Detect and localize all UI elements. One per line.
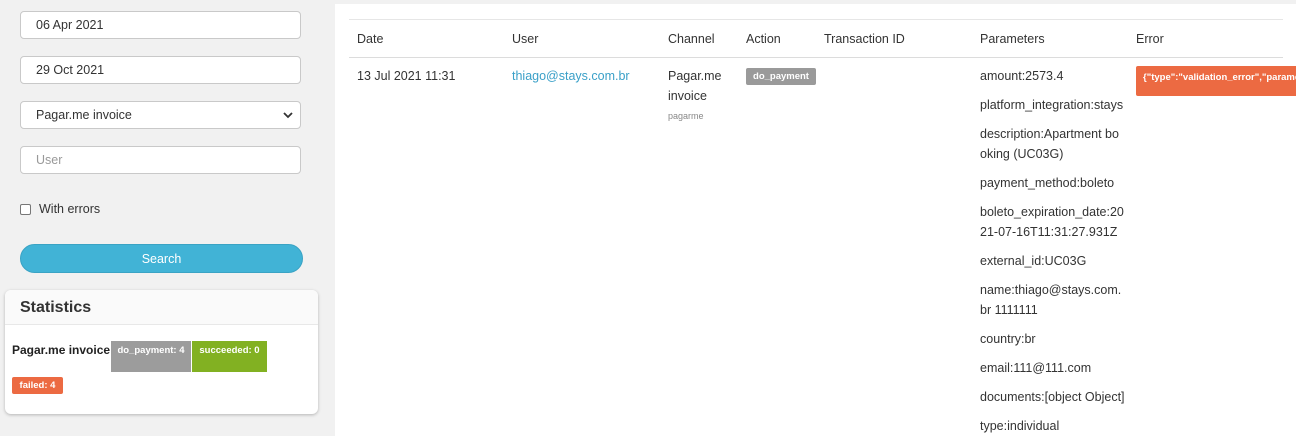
parameter-item: boleto_expiration_date:2021-07-16T11:31:… [980, 205, 1124, 239]
channel-select[interactable]: Pagar.me invoice [20, 101, 301, 129]
statistics-channel-label: Pagar.me invoice: [12, 343, 115, 357]
row-action-badge: do_payment [746, 68, 816, 85]
with-errors-checkbox[interactable] [20, 203, 31, 215]
parameter-item: email:111@111.com [980, 361, 1092, 375]
with-errors-row[interactable]: With errors [20, 202, 100, 216]
parameter-item: external_id:UC03G [980, 254, 1087, 268]
row-channel-name-line2: invoice [668, 89, 707, 103]
chevron-down-icon [283, 112, 293, 119]
row-error-badge: {"type":"validation_error","parameters" [1136, 66, 1296, 96]
transactions-table: Date User Channel Action Transaction ID … [335, 4, 1296, 436]
parameter-item: platform_integration:stays [980, 98, 1124, 112]
channel-select-value: Pagar.me invoice [36, 108, 132, 122]
start-date-input[interactable]: 06 Apr 2021 [20, 11, 301, 39]
filter-sidebar: 06 Apr 2021 29 Oct 2021 Pagar.me invoice… [0, 0, 326, 436]
do-payment-count-badge: do_payment: 4 [111, 341, 191, 372]
row-channel-name-line1: Pagar.me [668, 69, 722, 83]
user-input[interactable]: User [20, 146, 301, 174]
row-parameters: amount:2573.4 platform_integration:stays… [980, 66, 1125, 436]
row-date: 13 Jul 2021 11:31 [357, 69, 456, 83]
with-errors-label: With errors [39, 202, 101, 216]
failed-count-badge: failed: 4 [12, 377, 63, 394]
row-channel: Pagar.me invoice pagarme [668, 66, 722, 126]
column-header-parameters: Parameters [980, 32, 1045, 46]
header-divider-bottom [349, 57, 1283, 58]
column-header-action: Action [746, 32, 781, 46]
parameter-item: payment_method:boleto [980, 176, 1115, 190]
statistics-panel: Statistics Pagar.me invoice: do_payment:… [5, 290, 318, 414]
column-header-channel: Channel [668, 32, 715, 46]
end-date-input[interactable]: 29 Oct 2021 [20, 56, 301, 84]
row-channel-code: pagarme [668, 111, 704, 121]
parameter-item: country:br [980, 332, 1036, 346]
parameter-item: amount:2573.4 [980, 69, 1064, 83]
row-user-link[interactable]: thiago@stays.com.br [512, 66, 630, 86]
parameter-item: documents:[object Object] [980, 390, 1125, 404]
column-header-transaction-id: Transaction ID [824, 32, 905, 46]
column-header-error: Error [1136, 32, 1164, 46]
parameter-item: type:individual [980, 419, 1060, 433]
succeeded-count-badge: succeeded: 0 [192, 341, 267, 372]
statistics-title: Statistics [20, 299, 92, 316]
parameter-item: description:Apartment booking (UC03G) [980, 127, 1119, 161]
column-header-date: Date [357, 32, 384, 46]
column-header-user: User [512, 32, 539, 46]
search-button[interactable]: Search [20, 244, 303, 273]
header-divider-top [349, 19, 1283, 20]
parameter-item: name:thiago@stays.com.br 1111111 [980, 283, 1122, 317]
